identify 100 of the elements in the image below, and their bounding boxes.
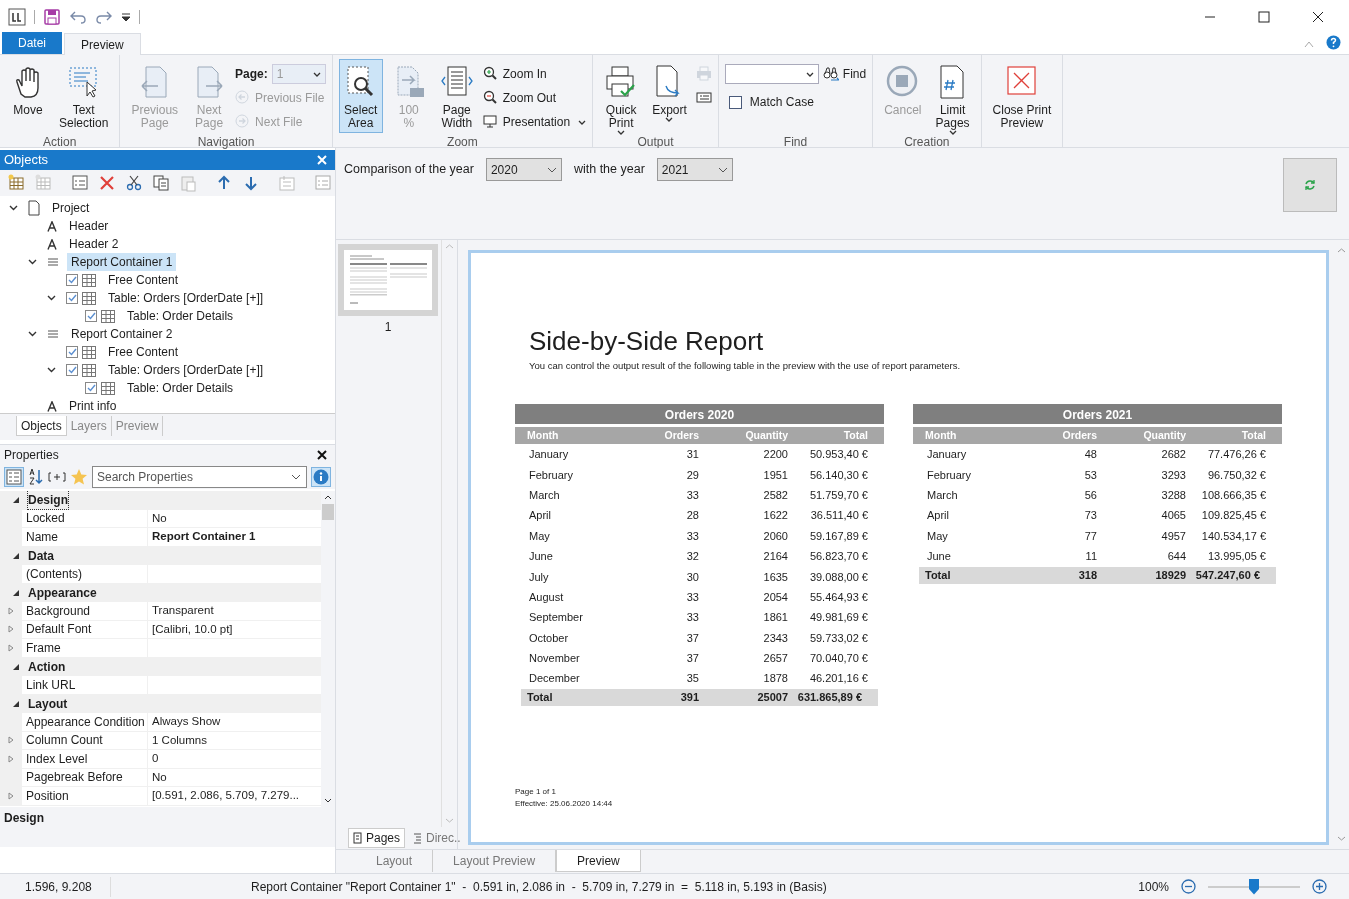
property-value[interactable]: [0.591, 2.086, 5.709, 7.279... — [152, 787, 300, 805]
tree-item[interactable]: Free Content — [104, 271, 183, 289]
ribbon-button[interactable]: Text Selection — [54, 59, 114, 133]
table-cell-text: 2343 — [762, 630, 789, 646]
checkbox[interactable] — [66, 364, 78, 376]
zoom-out-button[interactable] — [1181, 879, 1196, 894]
refresh-icon — [1304, 179, 1316, 191]
checkbox[interactable] — [66, 274, 78, 286]
zoom-in-button[interactable] — [1312, 879, 1327, 894]
report-title: Side-by-Side Report — [528, 325, 765, 357]
expand-all-button[interactable] — [48, 470, 66, 483]
ribbon-tab[interactable]: Datei — [2, 32, 62, 54]
table-cell-text: 1635 — [762, 569, 789, 585]
panel-tab[interactable]: Objects — [16, 416, 67, 436]
tree-item[interactable]: Header 2 — [65, 235, 123, 253]
tree-item[interactable]: Project — [48, 199, 94, 217]
checkbox[interactable] — [85, 310, 97, 322]
table-cell-text: August — [528, 589, 565, 605]
sort-button[interactable] — [28, 467, 44, 486]
tree-item[interactable]: Report Container 2 — [67, 325, 177, 343]
panel-tab[interactable]: Direc.. — [409, 828, 465, 848]
property-value[interactable]: 1 Columns — [152, 731, 207, 749]
slider-thumb[interactable] — [1249, 878, 1259, 895]
tree-item[interactable]: Free Content — [104, 343, 183, 361]
checkbox[interactable] — [728, 95, 742, 109]
category-label[interactable]: Appearance — [28, 583, 97, 602]
tree-item[interactable]: Report Container 1 — [67, 253, 177, 271]
tree-item[interactable]: Table: Order Details — [123, 307, 238, 325]
checkbox[interactable] — [85, 382, 97, 394]
view-tab[interactable]: Layout — [356, 850, 434, 872]
delete-icon — [98, 174, 116, 192]
property-value[interactable]: Transparent — [152, 602, 214, 620]
dropdown-field[interactable] — [724, 64, 819, 84]
minus-circle-icon — [1181, 879, 1196, 894]
year-select[interactable]: 2020 — [485, 158, 562, 181]
ribbon-button[interactable]: Zoom Out — [482, 87, 587, 109]
list-icon — [314, 174, 332, 192]
table-cell-text: 4065 — [1160, 508, 1187, 524]
table-cell-text: October — [528, 630, 570, 646]
zoom-slider[interactable] — [1208, 877, 1300, 896]
table-cell-text: June — [926, 549, 952, 565]
property-value[interactable]: [Calibri, 10.0 pt] — [152, 620, 233, 638]
tree-item[interactable]: Table: Order Details — [123, 379, 238, 397]
expand-all-icon — [48, 470, 66, 483]
table-cell-text: 108.666,35 € — [1200, 487, 1267, 503]
property-value[interactable]: No — [152, 509, 167, 527]
table-cell-text: March — [926, 487, 959, 503]
property-value[interactable]: No — [152, 768, 167, 786]
ribbon-button[interactable]: Zoom In — [482, 63, 587, 85]
ribbon-button[interactable]: Move — [6, 59, 50, 120]
checkbox[interactable] — [66, 292, 78, 304]
table-cell-text: 77 — [1083, 528, 1098, 544]
panel-title: Properties — [4, 446, 59, 464]
scroll-thumb[interactable] — [322, 504, 334, 520]
total-cell-text: 25007 — [756, 690, 789, 706]
table-cell-text: May — [926, 528, 949, 544]
view-tab[interactable]: Preview — [556, 850, 641, 872]
caret-icon — [617, 130, 626, 135]
total-cell-text: 631.865,89 € — [796, 690, 863, 706]
scroll-up-icon — [324, 495, 332, 500]
table-cell-text: 51.759,70 € — [808, 487, 869, 503]
table-cell-text: 55.464,93 € — [808, 589, 869, 605]
column-header: Month — [924, 427, 958, 443]
ribbon-button[interactable]: Page Width — [434, 59, 479, 133]
tree-item[interactable]: Table: Orders [OrderDate [+]] — [104, 289, 268, 307]
checkbox[interactable] — [66, 346, 78, 358]
category-label[interactable]: Data — [28, 546, 54, 565]
property-value[interactable]: 0 — [152, 750, 159, 768]
category-label[interactable]: Layout — [28, 694, 68, 713]
paste-icon — [179, 174, 197, 192]
table-cell-text: April — [528, 508, 552, 524]
ribbon-button[interactable]: Quick Print — [599, 59, 644, 138]
info-button[interactable] — [311, 466, 331, 487]
table-cell-text: 33 — [685, 528, 700, 544]
ribbon-button[interactable]: Find — [822, 63, 867, 85]
scrollbar[interactable] — [321, 491, 335, 807]
tree-item[interactable]: Print info — [65, 397, 121, 415]
category-label[interactable]: Action — [28, 657, 66, 676]
info-icon — [313, 468, 329, 485]
property-name: Name — [26, 528, 58, 546]
property-name: Appearance Condition — [26, 713, 145, 731]
table-cell-text: 56.140,30 € — [808, 467, 869, 483]
table-cell-text: 33 — [685, 610, 700, 626]
category-label[interactable]: Design — [28, 491, 68, 510]
year-select[interactable]: 2021 — [656, 158, 733, 181]
ribbon-tab[interactable]: Preview — [64, 33, 141, 55]
tree-item[interactable]: Table: Orders [OrderDate [+]] — [104, 361, 268, 379]
ribbon-button[interactable]: Close Print Preview — [987, 59, 1057, 133]
ribbon-button[interactable]: Export — [647, 59, 692, 125]
ribbon-button[interactable]: Presentation — [482, 111, 587, 133]
property-value[interactable]: Always Show — [152, 713, 221, 731]
app-logo-icon — [8, 7, 26, 26]
page-thumbnail[interactable] — [338, 244, 438, 316]
tree-item[interactable]: Header — [65, 217, 113, 235]
search-field[interactable]: Search Properties — [92, 465, 307, 488]
panel-tab[interactable]: Pages — [348, 828, 406, 848]
property-value[interactable]: Report Container 1 — [152, 528, 256, 546]
maximize-icon — [1258, 10, 1270, 23]
ribbon-button[interactable]: Select Area — [338, 59, 383, 133]
ribbon-button[interactable]: Limit Pages — [930, 59, 975, 138]
